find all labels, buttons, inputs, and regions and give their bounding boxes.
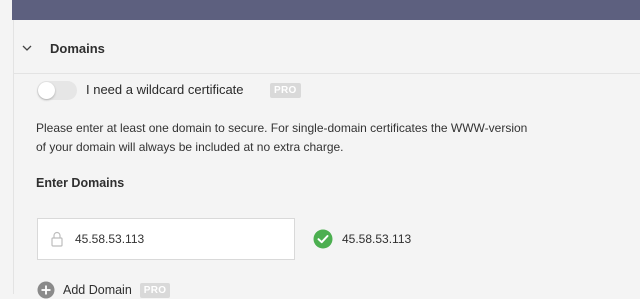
domains-description: Please enter at least one domain to secu… bbox=[36, 121, 528, 154]
domain-input[interactable] bbox=[75, 232, 275, 246]
section-divider bbox=[13, 73, 640, 74]
domain-input-field[interactable] bbox=[37, 218, 295, 260]
toggle-knob bbox=[38, 82, 55, 99]
wildcard-label: I need a wildcard certificate bbox=[86, 82, 244, 97]
chevron-down-icon[interactable] bbox=[22, 43, 32, 53]
check-circle-icon bbox=[313, 229, 333, 249]
add-domain-label: Add Domain bbox=[63, 283, 132, 297]
add-domain-button[interactable]: Add Domain PRO bbox=[37, 281, 171, 299]
domains-section-header[interactable]: Domains bbox=[22, 36, 105, 60]
wildcard-toggle[interactable] bbox=[37, 81, 77, 100]
lock-icon bbox=[51, 231, 63, 247]
plus-circle-icon[interactable] bbox=[37, 281, 55, 299]
pro-badge: PRO bbox=[270, 83, 301, 98]
validated-domain: 45.58.53.113 bbox=[342, 232, 412, 246]
section-title: Domains bbox=[50, 40, 105, 56]
top-header-bar bbox=[12, 0, 640, 20]
pro-badge: PRO bbox=[139, 282, 171, 298]
enter-domains-label: Enter Domains bbox=[36, 176, 125, 190]
